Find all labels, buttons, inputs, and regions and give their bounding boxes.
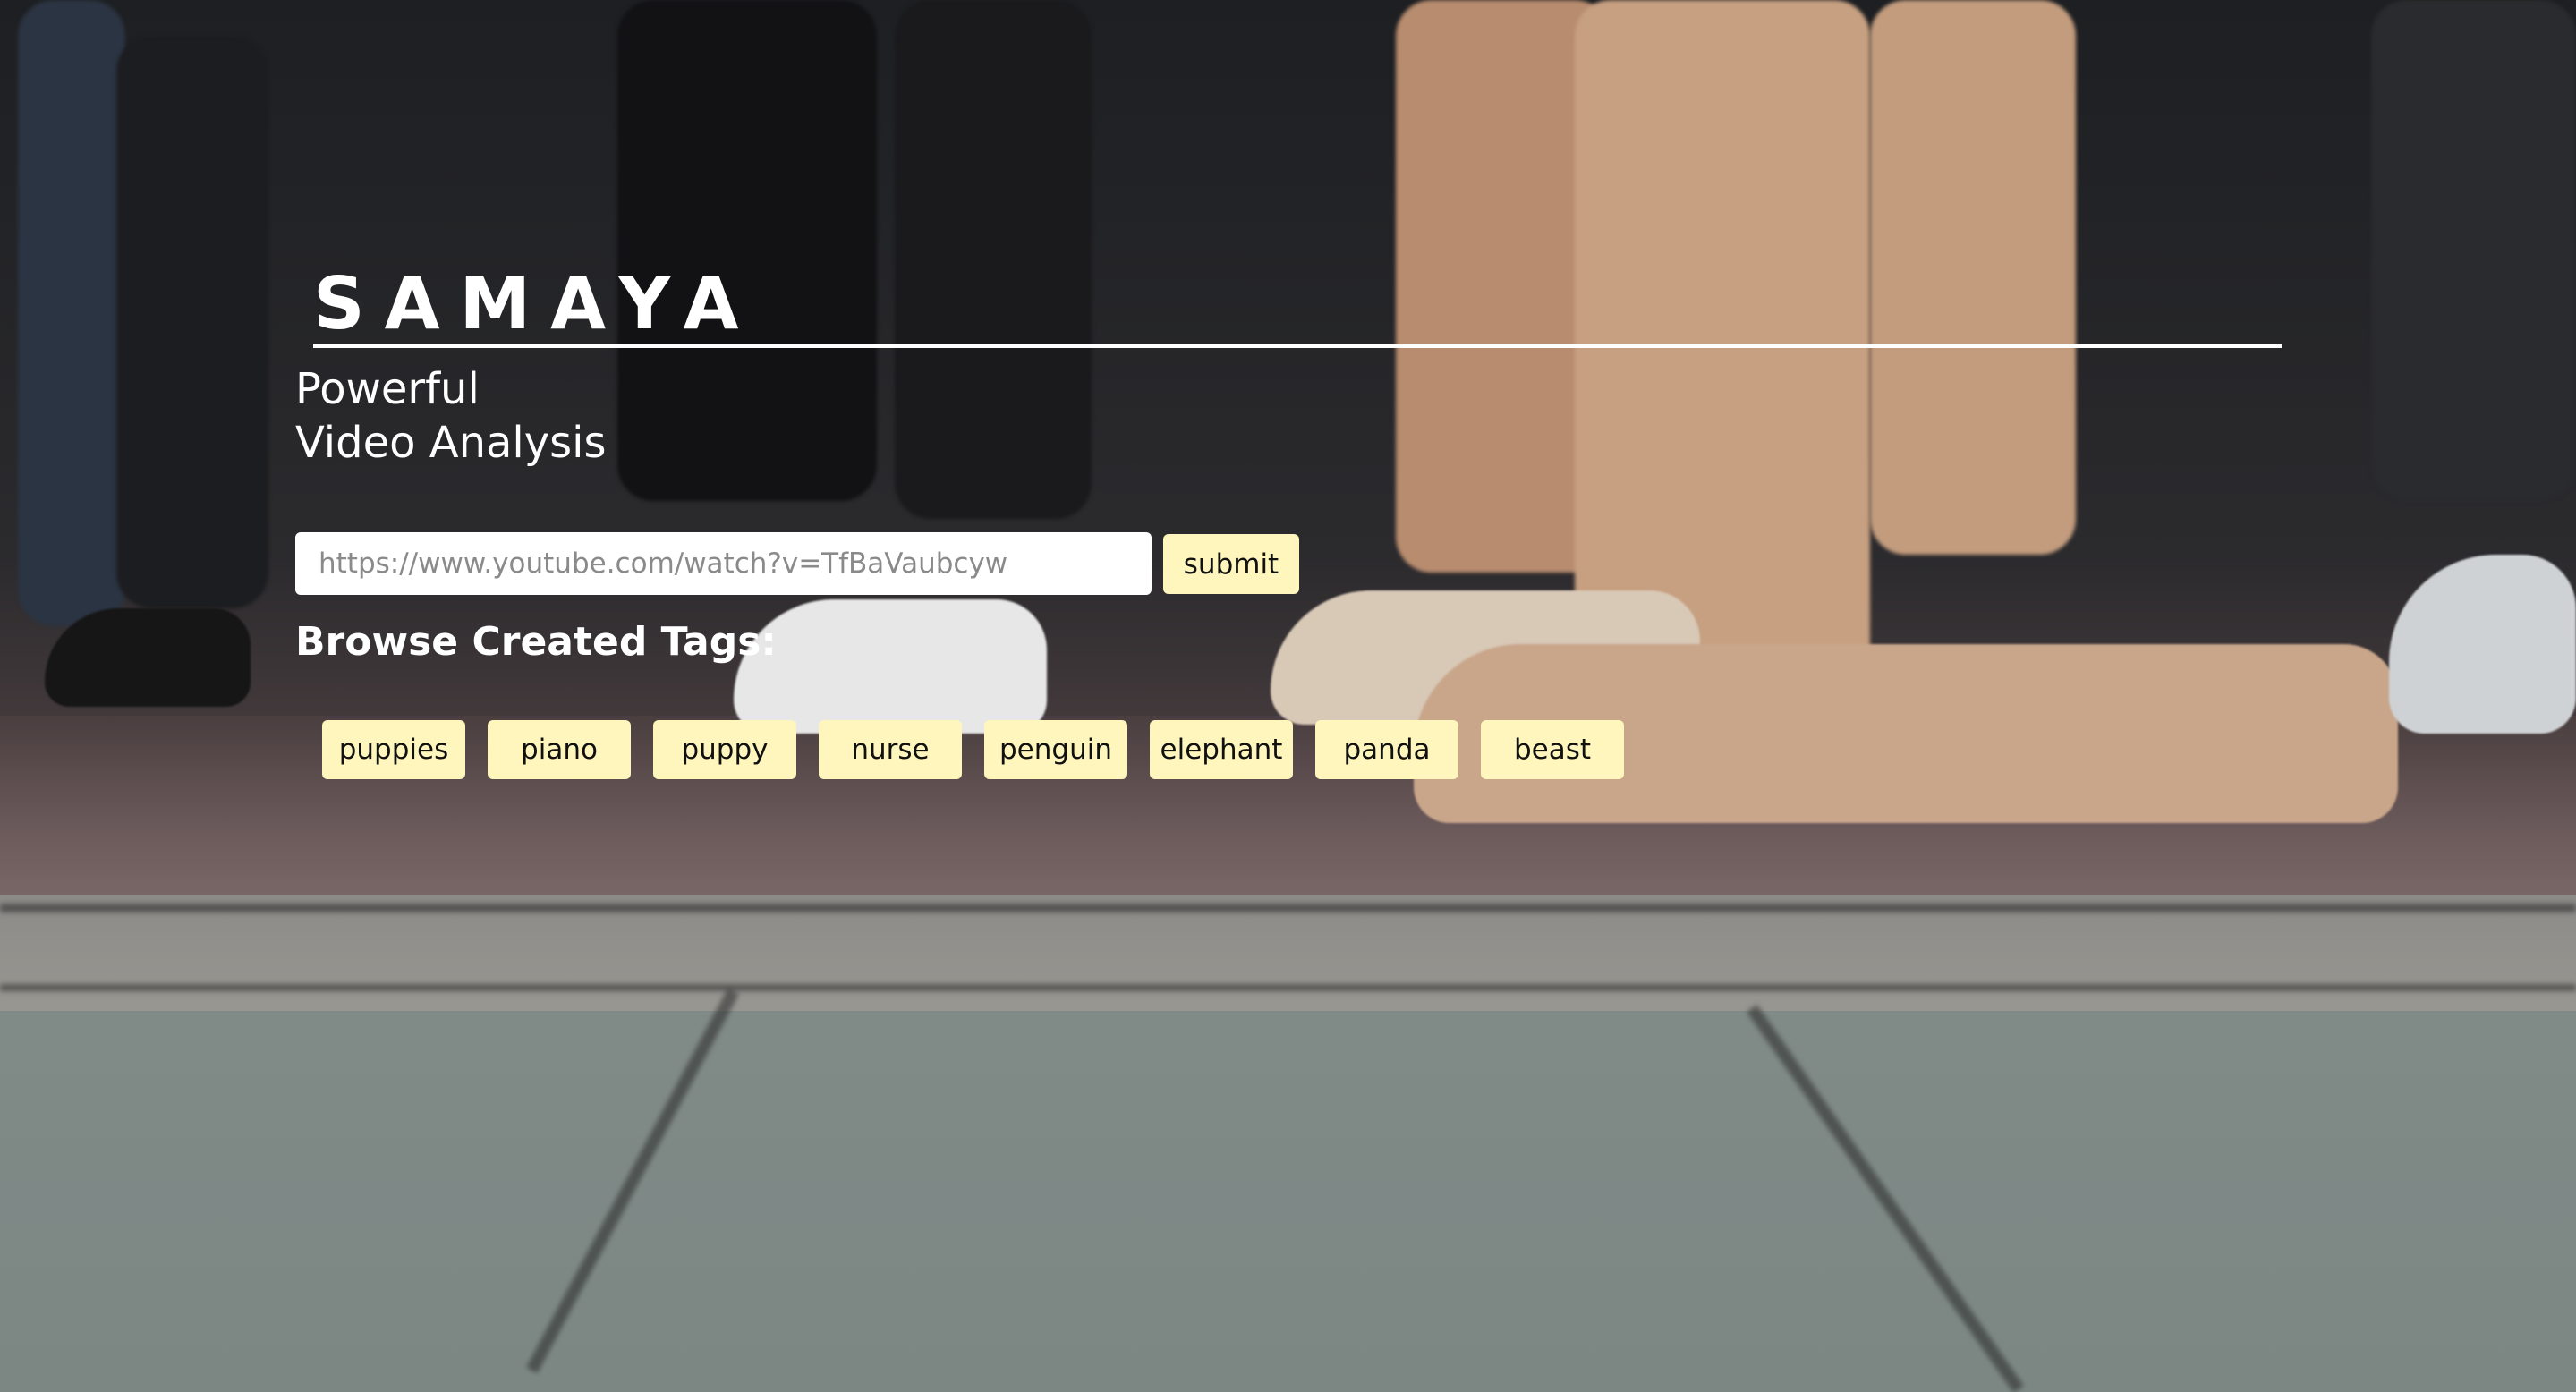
tag-button[interactable]: puppies	[322, 720, 465, 779]
crowd-leg	[2371, 0, 2576, 501]
brand-title: SAMAYA	[313, 262, 759, 345]
submit-button[interactable]: submit	[1163, 534, 1299, 594]
pavement-foreground	[0, 1011, 2576, 1392]
tag-list: puppies piano puppy nurse penguin elepha…	[322, 720, 1624, 779]
tag-button[interactable]: nurse	[819, 720, 962, 779]
tag-button[interactable]: beast	[1481, 720, 1624, 779]
crowd-leg	[116, 36, 268, 608]
tag-button[interactable]: piano	[488, 720, 631, 779]
crowd-shoe	[45, 608, 251, 707]
crowd-leg	[617, 0, 877, 501]
pavement-crack	[0, 984, 2576, 991]
pavement-band	[0, 895, 2576, 1029]
tag-button[interactable]: puppy	[653, 720, 796, 779]
background-video-frame	[0, 0, 2576, 1392]
tag-button[interactable]: penguin	[984, 720, 1127, 779]
tagline-line-2: Video Analysis	[295, 418, 607, 468]
tag-button[interactable]: panda	[1315, 720, 1458, 779]
crowd-shoe	[734, 599, 1047, 734]
crowd-leg	[895, 0, 1092, 519]
video-url-input[interactable]	[295, 532, 1152, 595]
crowd-leg	[1870, 0, 2076, 555]
tagline-line-1: Powerful	[295, 364, 480, 414]
brand-divider	[313, 344, 2282, 348]
crowd-leg	[18, 0, 125, 626]
tagline: Powerful Video Analysis	[295, 362, 607, 470]
crowd-shoe	[2389, 555, 2576, 734]
tag-button[interactable]: elephant	[1150, 720, 1293, 779]
browse-tags-heading: Browse Created Tags:	[295, 619, 777, 665]
pavement-crack	[0, 904, 2576, 912]
